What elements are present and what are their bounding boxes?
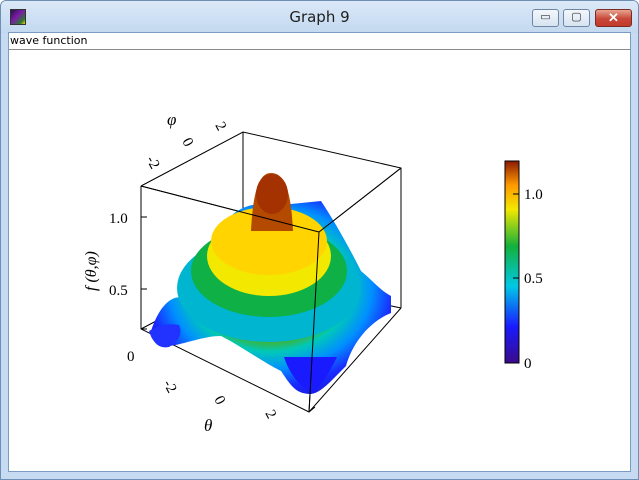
x-axis-label: θ <box>204 416 212 435</box>
z-tick-label-3: 0 <box>127 349 135 365</box>
chart-svg: 1.0 0.5 0 f (θ,φ) -2 0 2 θ -2 0 2 φ 1.0 … <box>83 110 543 435</box>
colorbar <box>504 160 520 364</box>
y-tick-label-3: 2 <box>211 119 229 133</box>
x-tick-label-1: -2 <box>159 377 179 396</box>
x-tick-label-3: 2 <box>261 407 279 421</box>
z-tick-label-2: 0.5 <box>109 283 128 299</box>
colorbar-tick-label-2: 0.5 <box>524 271 543 287</box>
z-axis-label: f (θ,φ) <box>83 251 100 291</box>
y-tick-label-2: 0 <box>178 135 196 149</box>
x-tick-label-2: 0 <box>210 393 228 407</box>
y-axis-label: φ <box>167 110 176 129</box>
colorbar-tick-label-1: 1.0 <box>524 187 543 203</box>
colorbar-tick-label-3: 0 <box>524 356 532 372</box>
graph-window: Graph 9 ▭ ▢ ✕ wave function 1.0 0.5 0 f … <box>0 0 639 480</box>
z-tick-label-1: 1.0 <box>109 211 128 227</box>
y-tick-label-1: -2 <box>142 153 162 172</box>
